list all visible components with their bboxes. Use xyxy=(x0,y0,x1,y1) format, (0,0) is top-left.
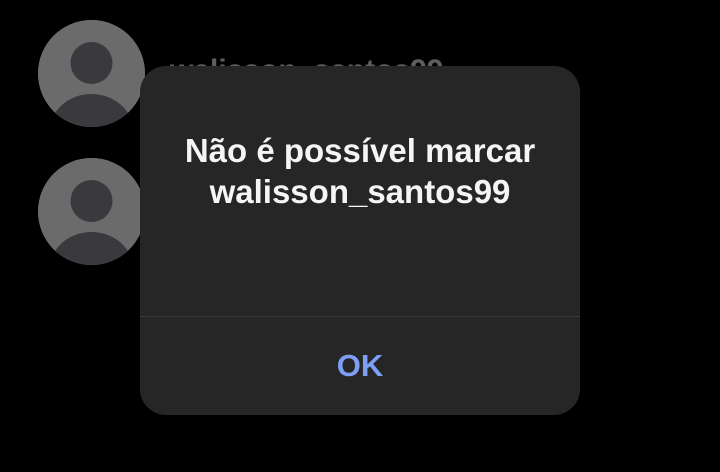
default-avatar-icon xyxy=(38,158,145,265)
ok-button[interactable]: OK xyxy=(140,317,580,415)
default-avatar-icon xyxy=(38,20,145,127)
alert-dialog: Não é possível marcar walisson_santos99 … xyxy=(140,66,580,415)
dialog-title: Não é possível marcar walisson_santos99 xyxy=(184,132,536,210)
